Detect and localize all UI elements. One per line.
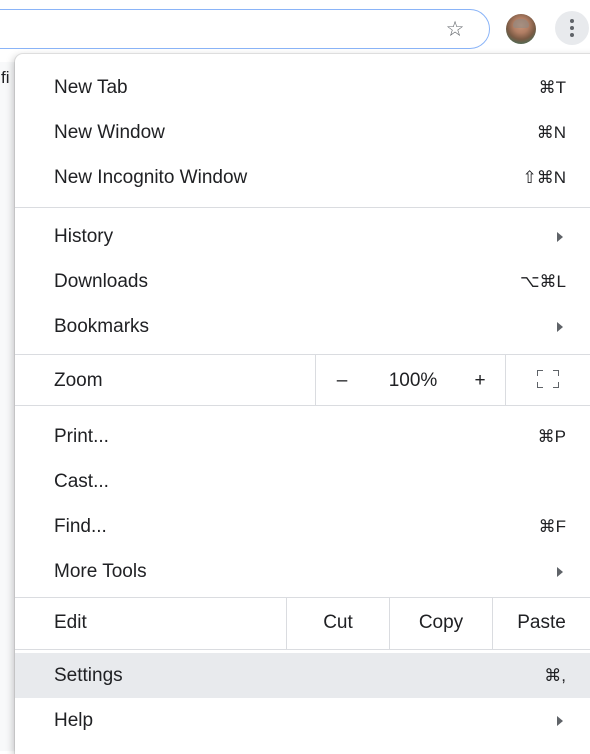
shortcut-label: ⌘P xyxy=(537,427,566,446)
menu-item-find[interactable]: Find... ⌘F xyxy=(15,504,590,549)
fullscreen-icon[interactable] xyxy=(537,370,559,388)
menu-item-settings[interactable]: Settings ⌘, xyxy=(15,653,590,698)
page-edge xyxy=(0,62,16,751)
menu-item-help[interactable]: Help xyxy=(15,698,590,743)
menu-item-new-incognito-window[interactable]: New Incognito Window ⇧⌘N xyxy=(15,155,590,200)
menu-item-label: Print... xyxy=(54,426,109,447)
menu-item-label: Settings xyxy=(54,665,123,686)
menu-item-zoom: Zoom xyxy=(15,358,590,403)
star-icon[interactable]: ☆ xyxy=(443,17,467,41)
menu-item-cast[interactable]: Cast... xyxy=(15,459,590,504)
submenu-arrow-icon xyxy=(557,232,563,242)
submenu-arrow-icon xyxy=(557,716,563,726)
menu-separator xyxy=(15,405,590,406)
chrome-main-menu: New Tab ⌘T New Window ⌘N New Incognito W… xyxy=(15,54,590,754)
zoom-out-button[interactable]: – xyxy=(330,370,354,392)
paste-button[interactable]: Paste xyxy=(493,598,590,648)
menu-item-label: Bookmarks xyxy=(54,316,150,337)
menu-item-label: Edit xyxy=(54,612,87,633)
copy-button[interactable]: Copy xyxy=(390,598,492,648)
menu-separator xyxy=(15,354,590,355)
page-text-fragment: fi xyxy=(1,68,10,87)
menu-item-label: New Tab xyxy=(54,77,128,98)
menu-item-label: History xyxy=(54,226,114,247)
menu-item-label: More Tools xyxy=(54,561,147,582)
shortcut-label: ⌘F xyxy=(538,517,566,536)
shortcut-label: ⌘T xyxy=(538,78,566,97)
menu-item-print[interactable]: Print... ⌘P xyxy=(15,414,590,459)
menu-item-label: Cast... xyxy=(54,471,109,492)
shortcut-label: ⌥⌘L xyxy=(519,272,566,291)
cut-button[interactable]: Cut xyxy=(287,598,389,648)
menu-item-more-tools[interactable]: More Tools xyxy=(15,549,590,594)
menu-item-new-window[interactable]: New Window ⌘N xyxy=(15,110,590,155)
menu-item-label: Find... xyxy=(54,516,107,537)
menu-item-bookmarks[interactable]: Bookmarks xyxy=(15,304,590,349)
menu-separator xyxy=(15,207,590,208)
menu-item-label: New Window xyxy=(54,122,165,143)
avatar[interactable] xyxy=(506,14,536,44)
submenu-arrow-icon xyxy=(557,322,563,332)
menu-item-history[interactable]: History xyxy=(15,214,590,259)
menu-item-label: Downloads xyxy=(54,271,148,292)
menu-item-label: New Incognito Window xyxy=(54,167,248,188)
menu-separator xyxy=(15,649,590,650)
menu-item-downloads[interactable]: Downloads ⌥⌘L xyxy=(15,259,590,304)
menu-item-new-tab[interactable]: New Tab ⌘T xyxy=(15,65,590,110)
address-bar[interactable] xyxy=(0,9,490,49)
zoom-in-button[interactable]: + xyxy=(468,370,492,392)
zoom-divider xyxy=(505,354,506,406)
menu-item-label: Zoom xyxy=(54,370,103,391)
shortcut-label: ⌘, xyxy=(544,666,566,685)
zoom-level: 100% xyxy=(388,370,438,391)
browser-toolbar: ☆ xyxy=(0,0,590,62)
zoom-divider xyxy=(315,354,316,406)
shortcut-label: ⌘N xyxy=(536,123,566,142)
submenu-arrow-icon xyxy=(557,567,563,577)
kebab-menu-icon[interactable] xyxy=(555,11,589,45)
menu-item-label: Help xyxy=(54,710,94,731)
shortcut-label: ⇧⌘N xyxy=(522,168,566,187)
